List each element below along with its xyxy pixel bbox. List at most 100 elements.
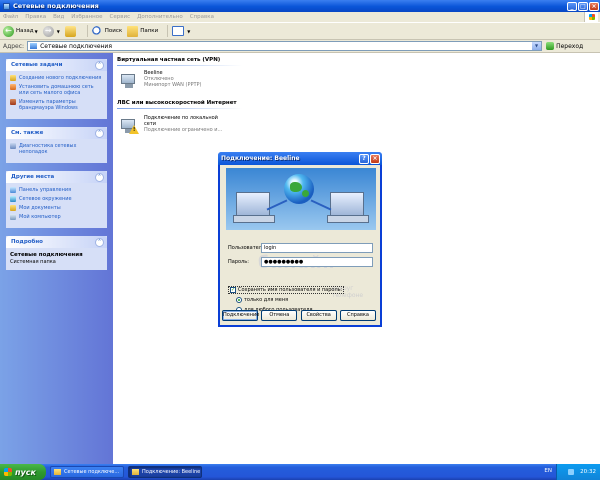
- menu-favorites[interactable]: Избранное: [71, 14, 102, 20]
- other-places-header[interactable]: Другие места ⌃: [6, 171, 107, 183]
- place-label: Панель управления: [19, 187, 72, 193]
- diagnostics-icon: [10, 143, 16, 149]
- address-value: Сетевые подключения: [40, 42, 112, 50]
- details-name: Сетевые подключения: [10, 252, 83, 258]
- place-my-documents[interactable]: Мои документы: [10, 205, 103, 211]
- network-tasks-title: Сетевые задачи: [11, 62, 63, 68]
- cancel-button[interactable]: Отмена: [261, 310, 298, 321]
- connection-beeline[interactable]: Beeline Отключено Минипорт WAN (PPTP): [119, 70, 202, 90]
- forward-arrow-icon: →: [42, 25, 54, 37]
- collapse-chevron-icon[interactable]: ⌃: [95, 237, 104, 247]
- folders-button[interactable]: Папки: [127, 25, 158, 37]
- task-firewall[interactable]: Изменить параметры брандмауэра Windows: [10, 99, 103, 111]
- place-label: Мой компьютер: [19, 214, 61, 220]
- views-button[interactable]: ▼: [172, 26, 190, 36]
- group-lan-title: ЛВС или высокоскоростной Интернет: [117, 100, 237, 106]
- home-network-icon: [10, 84, 16, 90]
- other-places-panel: Другие места ⌃ Панель управления Сетевое…: [6, 171, 107, 228]
- menu-view[interactable]: Вид: [53, 14, 64, 20]
- lan-connection-icon: [119, 115, 139, 135]
- views-dropdown-icon[interactable]: ▼: [187, 29, 190, 34]
- network-tray-icon[interactable]: [568, 469, 575, 475]
- menu-bar: Файл Правка Вид Избранное Сервис Дополни…: [0, 12, 600, 22]
- taskbar-item-beeline-dialog[interactable]: Подключение: Beeline: [128, 466, 202, 478]
- connection-device: Минипорт WAN (PPTP): [144, 82, 202, 88]
- connection-status: Подключение ограничено и...: [144, 127, 223, 133]
- search-label: Поиск: [104, 28, 123, 34]
- connect-button[interactable]: Подключение: [222, 310, 259, 321]
- back-dropdown-icon[interactable]: ▼: [35, 29, 38, 34]
- network-tasks-header[interactable]: Сетевые задачи ⌃: [6, 59, 107, 71]
- taskbar-item-label: Сетевые подключе...: [64, 469, 120, 475]
- dialog-buttons: Подключение Отмена Свойства Справка: [222, 310, 376, 321]
- forward-button[interactable]: → ▼: [42, 25, 60, 37]
- task-home-network[interactable]: Установить домашнюю сеть или сеть малого…: [10, 84, 103, 96]
- menu-advanced[interactable]: Дополнительно: [137, 14, 183, 20]
- forward-dropdown-icon[interactable]: ▼: [57, 29, 60, 34]
- connection-banner-image: [226, 168, 376, 230]
- maximize-button[interactable]: □: [578, 1, 588, 11]
- taskbar-item-network-connections[interactable]: Сетевые подключе...: [50, 466, 124, 478]
- see-also-header[interactable]: См. также ⌃: [6, 127, 107, 139]
- address-input[interactable]: Сетевые подключения ▼: [27, 41, 543, 51]
- laptop-icon: [233, 192, 275, 223]
- dialog-close-button[interactable]: ×: [370, 153, 380, 164]
- close-button[interactable]: ×: [589, 1, 599, 11]
- search-button[interactable]: Поиск: [91, 25, 123, 37]
- windows-logo-icon: [584, 12, 598, 22]
- collapse-chevron-icon[interactable]: ⌃: [95, 60, 104, 70]
- taskbar: пуск Сетевые подключе... Подключение: Be…: [0, 464, 600, 480]
- address-dropdown-icon[interactable]: ▼: [532, 42, 542, 50]
- dialog-body: билайн Пользователь: login Пароль: ●●●●●…: [220, 165, 380, 325]
- properties-button[interactable]: Свойства: [300, 310, 337, 321]
- group-divider: [117, 108, 242, 109]
- task-create-connection[interactable]: Создание нового подключения: [10, 75, 103, 81]
- back-button[interactable]: ← Назад ▼: [3, 25, 38, 37]
- folders-icon: [127, 25, 139, 37]
- username-field[interactable]: login: [261, 243, 373, 253]
- checkbox-checked-icon: ✓: [230, 287, 236, 293]
- group-divider: [117, 65, 242, 66]
- documents-folder-icon: [10, 205, 16, 211]
- dialog-title: Подключение: Beeline: [221, 155, 300, 162]
- menu-file[interactable]: Файл: [3, 14, 18, 20]
- place-control-panel[interactable]: Панель управления: [10, 187, 103, 193]
- see-also-panel: См. также ⌃ Диагностика сетевых неполадо…: [6, 127, 107, 163]
- place-my-computer[interactable]: Мой компьютер: [10, 214, 103, 220]
- radio-only-me[interactable]: только для меня: [236, 297, 288, 303]
- details-header[interactable]: Подробно ⌃: [6, 236, 107, 248]
- language-indicator[interactable]: EN: [544, 468, 552, 474]
- connection-name: Подключение по локальной сети: [144, 115, 218, 127]
- dialog-help-button[interactable]: ?: [359, 153, 369, 164]
- window-titlebar[interactable]: Сетевые подключения _ □ ×: [0, 0, 600, 12]
- up-button[interactable]: [64, 25, 78, 37]
- help-button[interactable]: Справка: [339, 310, 376, 321]
- network-folder-icon: [54, 469, 61, 475]
- taskbar-item-label: Подключение: Beeline: [142, 469, 201, 475]
- minimize-button[interactable]: _: [567, 1, 577, 11]
- menu-tools[interactable]: Сервис: [110, 14, 131, 20]
- menu-help[interactable]: Справка: [190, 14, 214, 20]
- save-credentials-checkbox[interactable]: ✓ Сохранять имя пользователя и пароль:: [228, 286, 345, 294]
- folder-up-icon: [64, 25, 76, 37]
- network-tasks-panel: Сетевые задачи ⌃ Создание нового подключ…: [6, 59, 107, 119]
- dialog-titlebar[interactable]: Подключение: Beeline ? ×: [218, 152, 382, 165]
- see-also-diagnostics[interactable]: Диагностика сетевых неполадок: [10, 143, 103, 155]
- start-button[interactable]: пуск: [0, 464, 46, 480]
- details-title: Подробно: [11, 239, 43, 245]
- go-arrow-icon: [546, 42, 555, 50]
- password-field[interactable]: ●●●●●●●●●: [261, 257, 373, 267]
- go-button[interactable]: Переход: [546, 42, 583, 50]
- collapse-chevron-icon[interactable]: ⌃: [95, 128, 104, 138]
- menu-edit[interactable]: Правка: [25, 14, 46, 20]
- network-neighborhood-icon: [10, 196, 16, 202]
- address-bar: Адрес: Сетевые подключения ▼ Переход: [0, 40, 600, 53]
- window-title: Сетевые подключения: [13, 2, 99, 10]
- task-pane: Сетевые задачи ⌃ Создание нового подключ…: [0, 53, 113, 464]
- place-network-neighborhood[interactable]: Сетевое окружение: [10, 196, 103, 202]
- connection-lan[interactable]: Подключение по локальной сети Подключени…: [119, 115, 224, 135]
- windows-flag-icon: [4, 468, 12, 476]
- details-panel: Подробно ⌃ Сетевые подключения Системная…: [6, 236, 107, 270]
- collapse-chevron-icon[interactable]: ⌃: [95, 172, 104, 182]
- laptop-icon: [327, 192, 369, 223]
